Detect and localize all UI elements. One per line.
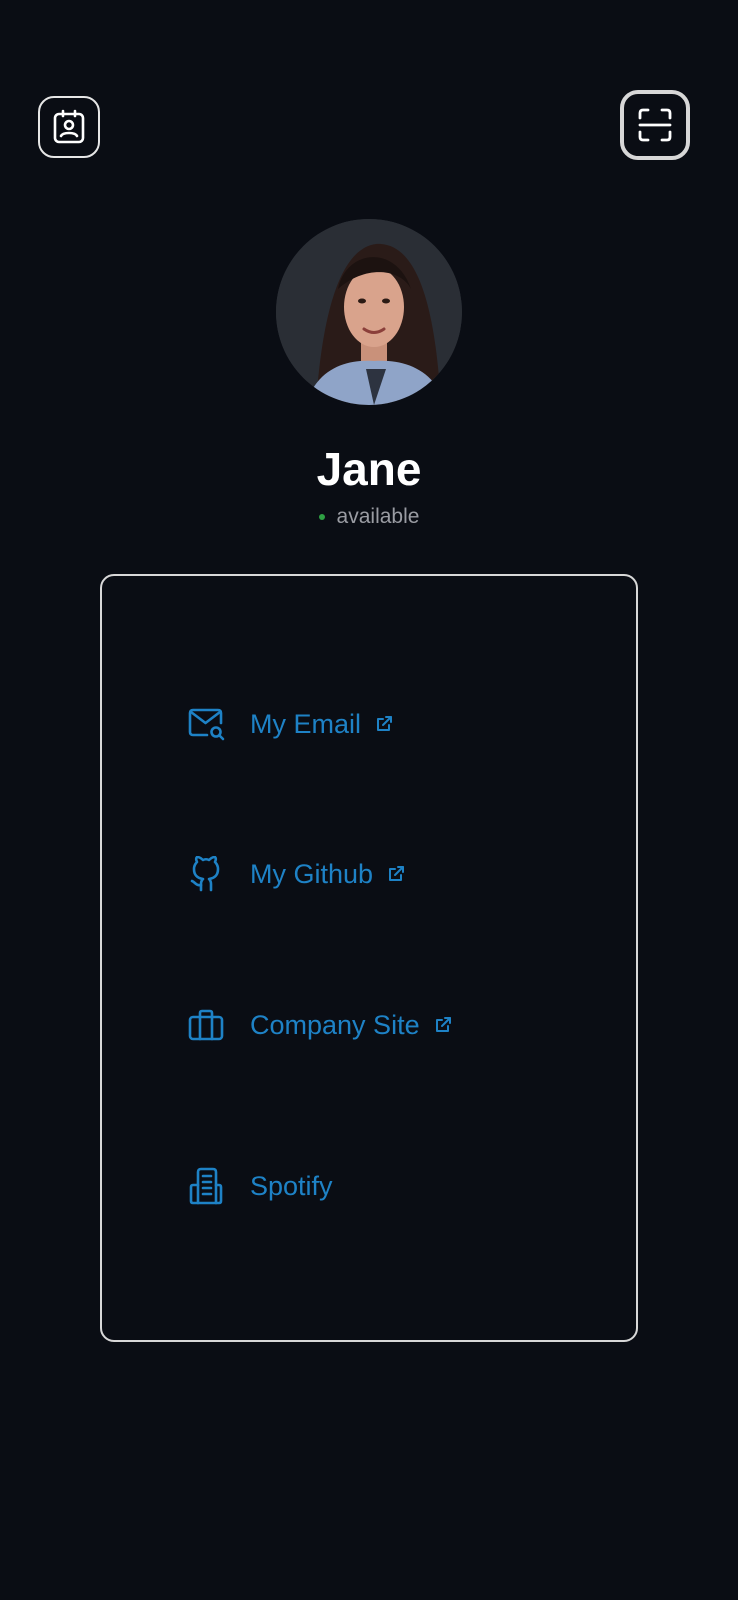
mail-search-icon xyxy=(186,704,226,744)
external-link-icon xyxy=(387,864,407,884)
link-my-email[interactable]: My Email xyxy=(186,702,395,746)
github-icon xyxy=(186,854,226,894)
external-link-icon xyxy=(375,714,395,734)
scan-button[interactable] xyxy=(620,90,690,160)
link-my-github[interactable]: My Github xyxy=(186,852,407,896)
profile-name: Jane xyxy=(316,443,422,495)
building-icon xyxy=(186,1166,226,1206)
link-company-site[interactable]: Company Site xyxy=(186,1003,454,1047)
link-spotify[interactable]: Spotify xyxy=(186,1164,333,1208)
status-text: available xyxy=(336,505,420,528)
external-link-icon xyxy=(434,1015,454,1035)
status-dot xyxy=(318,514,325,520)
scan-icon xyxy=(638,108,672,142)
status-row: available xyxy=(0,505,738,529)
avatar xyxy=(276,219,462,405)
avatar-image xyxy=(276,219,462,405)
briefcase-icon xyxy=(186,1005,226,1045)
link-label: Company Site xyxy=(250,1009,420,1040)
link-label: My Github xyxy=(250,858,374,889)
link-label: My Email xyxy=(250,708,362,739)
link-label: Spotify xyxy=(250,1170,333,1201)
contact-card-button[interactable] xyxy=(38,96,100,158)
profile-page: Jane available My Email My Github Compan… xyxy=(0,0,738,1600)
links-card: My Email My Github Company Site Spotify xyxy=(100,574,638,1342)
contact-card-icon xyxy=(53,109,85,144)
